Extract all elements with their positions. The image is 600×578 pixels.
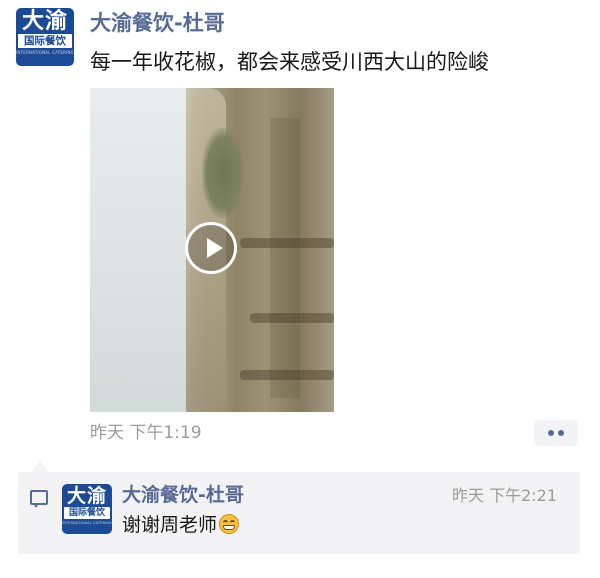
video-frame-sky [90, 88, 190, 412]
post-author-name[interactable]: 大渝餐饮-杜哥 [90, 9, 225, 37]
play-icon [207, 238, 223, 258]
video-frame-shadow [270, 118, 300, 398]
comment-icon [30, 490, 48, 508]
avatar-brand-en: INTERNATIONAL CATERING [16, 50, 74, 55]
post-author-avatar[interactable]: 大渝 国际餐饮 INTERNATIONAL CATERING [16, 8, 74, 66]
play-button[interactable] [185, 222, 237, 274]
comment-timestamp: 昨天 下午2:21 [452, 486, 558, 505]
comment-text: 谢谢周老师 [122, 514, 218, 536]
post-text: 每一年收花椒，都会来感受川西大山的险峻 [90, 50, 489, 74]
comment-author-name[interactable]: 大渝餐饮-杜哥 [122, 483, 244, 507]
more-actions-button[interactable] [534, 420, 578, 446]
avatar-brand-sub: 国际餐饮 [18, 34, 72, 48]
comment-author-avatar[interactable]: 大渝 国际餐饮 INTERNATIONAL CATERING [62, 484, 112, 534]
video-frame-ledge [240, 370, 334, 380]
more-dots-icon [548, 430, 554, 436]
video-frame-ledge [240, 238, 334, 248]
avatar-brand-main: 大渝 [21, 9, 68, 34]
avatar-brand-sub: 国际餐饮 [64, 507, 110, 519]
grin-emoji-icon [219, 514, 240, 534]
video-thumbnail[interactable] [90, 88, 334, 412]
avatar-brand-main: 大渝 [66, 485, 107, 507]
post-timestamp: 昨天 下午1:19 [90, 423, 202, 443]
comment-body: 谢谢周老师 [122, 512, 240, 538]
comment-panel-pointer [32, 460, 48, 472]
video-frame-ledge [250, 313, 334, 323]
more-dots-icon [558, 430, 564, 436]
video-frame-bush [202, 128, 244, 218]
avatar-brand-en: INTERNATIONAL CATERING [62, 521, 112, 525]
